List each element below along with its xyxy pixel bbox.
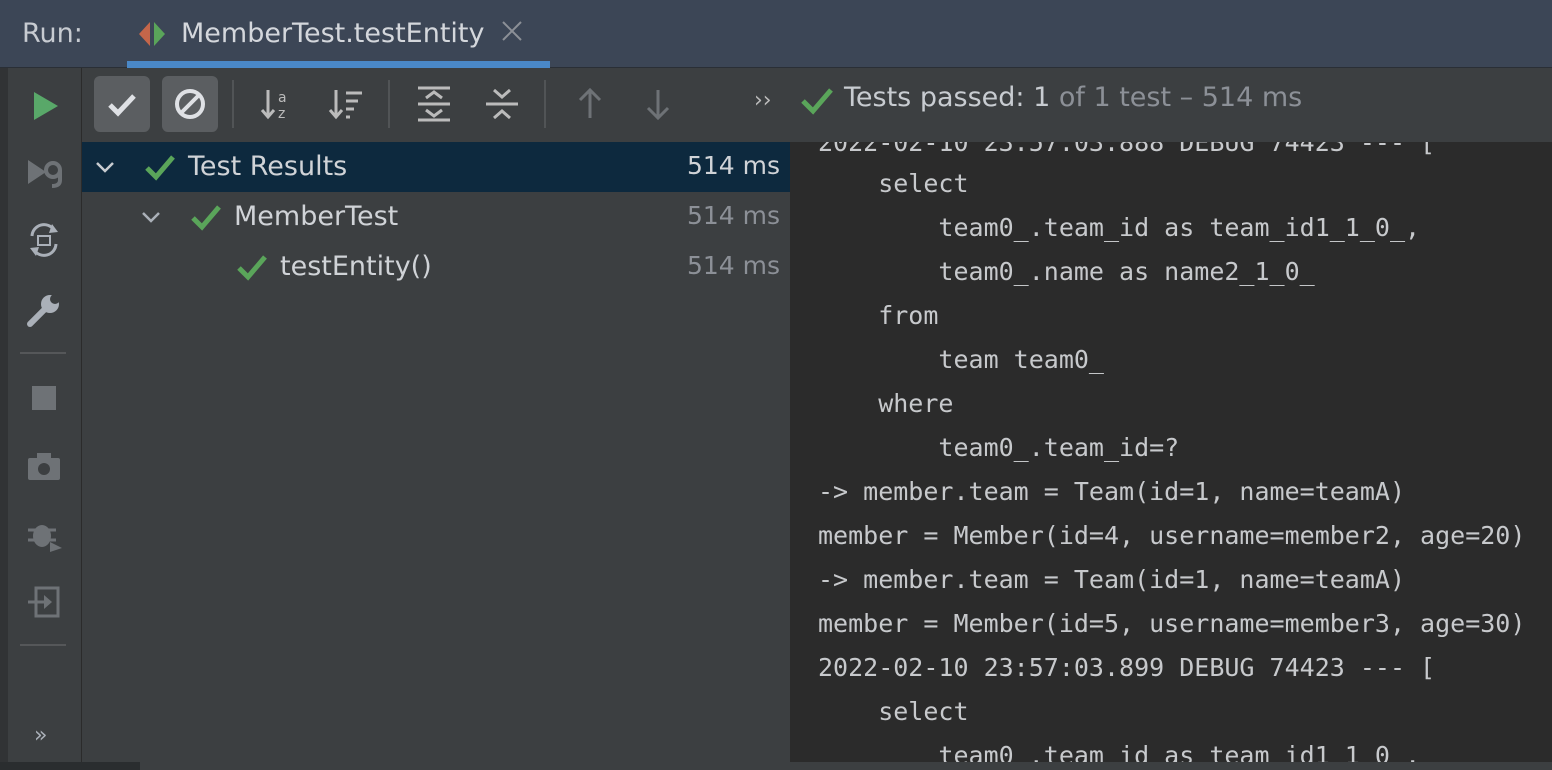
horizontal-scrollbar[interactable]	[0, 762, 1552, 770]
console-line: -> member.team = Team(id=1, name=teamA)	[818, 565, 1405, 594]
auto-rerun-icon[interactable]	[24, 220, 64, 260]
tree-item-label: testEntity()	[280, 251, 432, 282]
scrollbar-thumb[interactable]	[0, 762, 140, 770]
active-tab-indicator	[127, 61, 550, 68]
test-tree-toolbar: a z ››	[82, 68, 790, 142]
console-line: 2022-02-10 23:57:03.888 DEBUG 74423 --- …	[818, 142, 1436, 157]
expand-all-button[interactable]	[406, 76, 462, 132]
console-line: select	[818, 169, 969, 198]
test-status-bar: Tests passed: 1 of 1 test – 514 ms	[790, 68, 1552, 142]
passed-check-icon	[191, 205, 221, 231]
run-label: Run:	[22, 18, 83, 49]
tree-item-test-entity[interactable]: testEntity() 514 ms	[82, 242, 790, 292]
tree-item-test-results[interactable]: Test Results 514 ms	[82, 142, 790, 192]
duration-label: 514 ms	[686, 251, 780, 280]
run-tab-bar: Run: MemberTest.testEntity	[0, 0, 1552, 68]
console-line: from	[818, 301, 939, 330]
tree-item-label: MemberTest	[234, 201, 399, 232]
console-line: team0_.name as name2_1_0_	[818, 257, 1315, 286]
camera-icon[interactable]	[24, 446, 64, 486]
next-failed-button[interactable]	[630, 76, 686, 132]
console-line: select	[818, 697, 969, 726]
show-passed-button[interactable]	[94, 76, 150, 132]
tree-item-label: Test Results	[188, 151, 348, 182]
rerun-failed-icon[interactable]	[24, 152, 64, 192]
tab-title: MemberTest.testEntity	[181, 18, 485, 49]
tree-item-member-test[interactable]: MemberTest 514 ms	[82, 192, 790, 242]
console-line: -> member.team = Team(id=1, name=teamA)	[818, 477, 1405, 506]
console-line: team0_.team_id as team_id1_1_0_,	[818, 213, 1421, 242]
passed-check-icon	[237, 255, 267, 281]
console-output[interactable]: 2022-02-10 23:57:03.888 DEBUG 74423 --- …	[790, 142, 1552, 762]
sort-alphabetically-button[interactable]: a z	[250, 76, 306, 132]
bug-icon[interactable]	[24, 514, 64, 554]
console-line: team0_.team_id as team_id1_1_0_,	[818, 741, 1421, 762]
more-actions-icon[interactable]: »	[34, 723, 47, 748]
play-icon[interactable]	[24, 86, 64, 126]
console-line: 2022-02-10 23:57:03.899 DEBUG 74423 --- …	[818, 653, 1436, 682]
check-icon	[108, 94, 136, 117]
svg-text:z: z	[278, 106, 285, 122]
tests-passed-summary: Tests passed: 1 of 1 test – 514 ms	[844, 82, 1303, 113]
collapse-all-button[interactable]	[474, 76, 530, 132]
passed-check-icon	[145, 155, 175, 181]
console-line: team team0_	[818, 345, 1104, 374]
junit-icon	[139, 22, 165, 46]
console-line: member = Member(id=4, username=member2, …	[818, 521, 1526, 550]
run-side-toolbar: »	[0, 68, 82, 770]
arrow-down-icon	[646, 90, 670, 121]
show-ignored-button[interactable]	[162, 76, 218, 132]
passed-check-icon	[801, 88, 833, 115]
previous-failed-button[interactable]	[562, 76, 618, 132]
chevron-down-icon[interactable]	[138, 204, 164, 230]
sort-duration-icon	[328, 90, 362, 120]
wrench-icon[interactable]	[24, 290, 64, 330]
console-line: where	[818, 389, 954, 418]
svg-text:a: a	[278, 90, 287, 106]
test-results-tree: Test Results 514 ms MemberTest 514 ms te…	[82, 142, 790, 770]
console-line: member = Member(id=5, username=member3, …	[818, 609, 1526, 638]
ignored-icon	[175, 89, 205, 119]
import-icon[interactable]	[24, 582, 64, 622]
tab-member-test-entity[interactable]: MemberTest.testEntity	[127, 0, 550, 68]
sort-alpha-icon: a z	[260, 90, 287, 122]
collapse-all-icon	[486, 88, 518, 120]
console-line: team0_.team_id=?	[818, 433, 1180, 462]
stop-icon[interactable]	[24, 378, 64, 418]
duration-label: 514 ms	[686, 201, 780, 230]
toolbar-overflow-icon[interactable]: ››	[754, 88, 772, 113]
close-icon[interactable]	[499, 18, 525, 44]
chevron-down-icon[interactable]	[92, 154, 118, 180]
arrow-up-icon	[578, 87, 602, 118]
sort-by-duration-button[interactable]	[318, 76, 374, 132]
duration-label: 514 ms	[686, 151, 780, 180]
expand-all-icon	[418, 86, 450, 122]
